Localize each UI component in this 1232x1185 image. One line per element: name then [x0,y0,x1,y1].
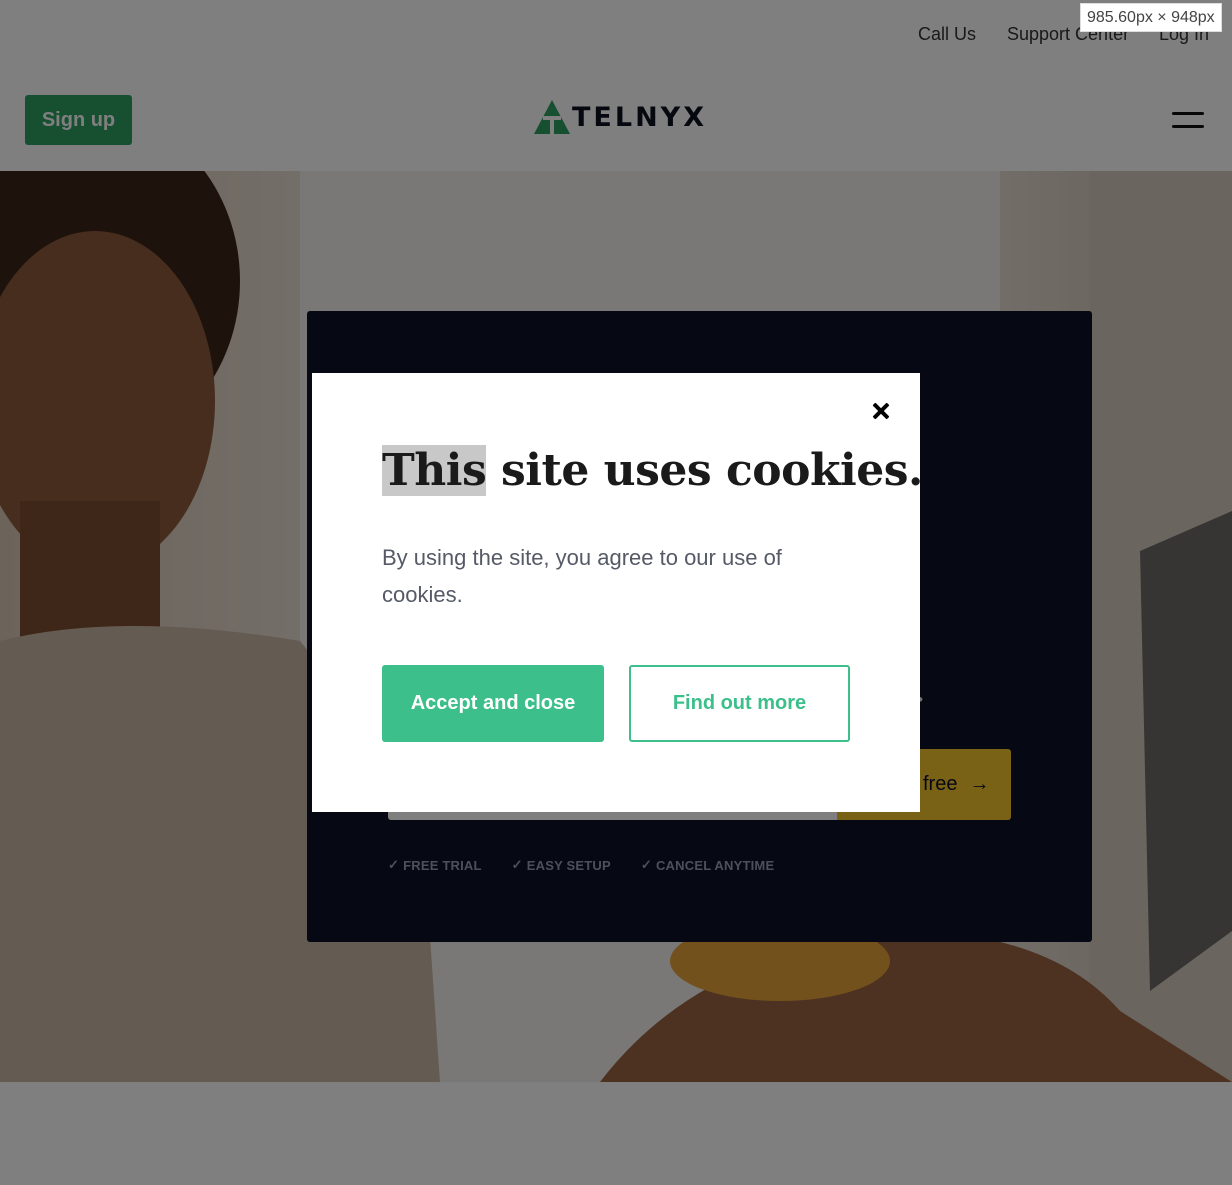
find-out-more-button[interactable]: Find out more [629,665,850,742]
title-highlight: This [382,445,487,496]
cookie-modal-title: This site uses cookies. [382,445,923,496]
cookie-consent-modal: This site uses cookies. By using the sit… [312,373,923,812]
cookie-modal-body: By using the site, you agree to our use … [382,545,782,607]
title-rest: site uses cookies. [486,445,923,496]
viewport-size-badge: 985.60px × 948px [1080,3,1222,32]
close-icon[interactable] [869,399,893,423]
accept-and-close-button[interactable]: Accept and close [382,665,604,742]
